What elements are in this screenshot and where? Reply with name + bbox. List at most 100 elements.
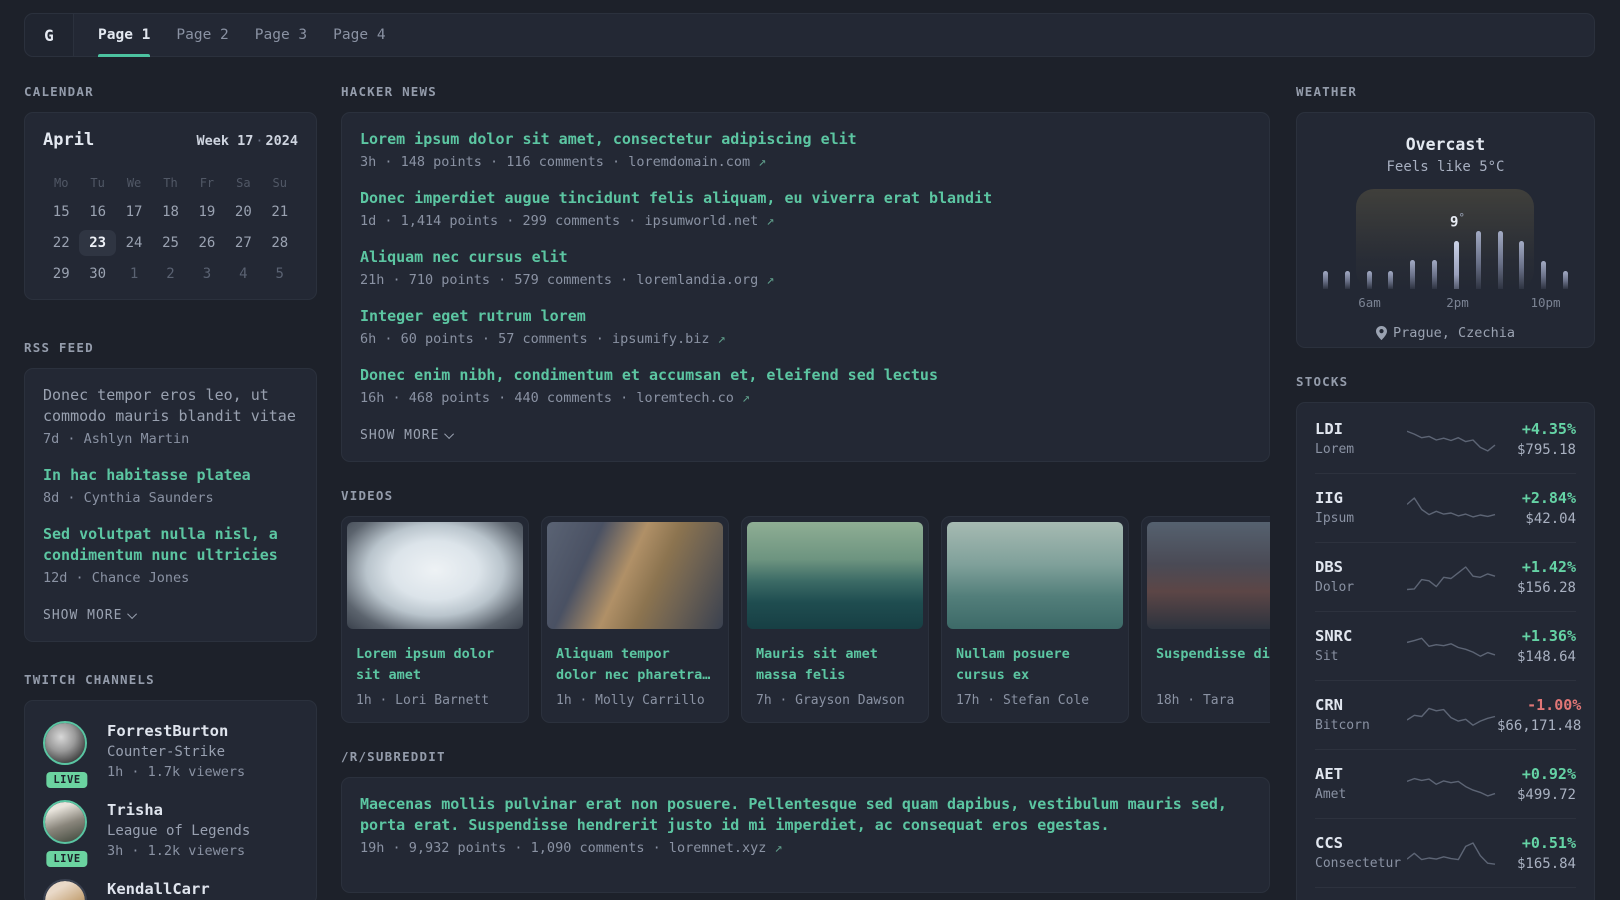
stock-sparkline <box>1407 770 1497 800</box>
video-title[interactable]: Nullam posuere cursus ex <box>956 644 1114 686</box>
weather-hourly-chart: 9° <box>1323 189 1568 289</box>
calendar-day: 18 <box>162 204 179 220</box>
hn-item-title[interactable]: Lorem ipsum dolor sit amet, consectetur … <box>360 129 1251 150</box>
stock-price: $66,171.48 <box>1497 718 1582 734</box>
stock-row[interactable]: CCS Consectetur +0.51% $165.84 <box>1315 819 1576 888</box>
hn-item-title[interactable]: Donec enim nibh, condimentum et accumsan… <box>360 365 1251 386</box>
rss-item-title[interactable]: In hac habitasse platea <box>43 465 298 486</box>
avatar <box>43 800 87 844</box>
weather-bar <box>1432 260 1438 289</box>
video-meta: 7h · Grayson Dawson <box>756 693 905 708</box>
stock-row[interactable]: IIG Ipsum +2.84% $42.04 <box>1315 474 1576 543</box>
tab-page-4[interactable]: Page 4 <box>320 14 398 56</box>
stock-price: $156.28 <box>1516 580 1576 596</box>
video-card[interactable]: Suspendisse diam 18h · Tara <box>1141 516 1270 723</box>
hn-item-meta: 3h · 148 points · 116 comments · loremdo… <box>360 152 1251 172</box>
stocks-widget: LDI Lorem +4.35% $795.18 IIG Ipsum +2.84% $4… <box>1296 402 1595 900</box>
weather-time-label: 2pm <box>1446 295 1469 310</box>
rss-item-title[interactable]: Donec tempor eros leo, ut commodo mauris… <box>43 385 298 427</box>
twitch-channel-row[interactable]: KendallCarr <box>43 879 298 900</box>
weather-bar <box>1475 231 1481 289</box>
channel-name[interactable]: ForrestBurton <box>107 721 245 742</box>
external-link-icon: ↗ <box>758 154 767 170</box>
video-card[interactable]: Mauris sit amet massa felis 7h · Grayson… <box>741 516 929 723</box>
channel-name[interactable]: Trisha <box>107 800 250 821</box>
weather-condition: Overcast <box>1405 135 1486 154</box>
calendar-day: 1 <box>129 266 139 282</box>
hn-item-title[interactable]: Aliquam nec cursus elit <box>360 247 1251 268</box>
stock-change: +0.92% <box>1521 765 1576 783</box>
weather-hourly-bars <box>1323 205 1568 289</box>
video-thumbnail[interactable] <box>947 522 1123 629</box>
reddit-post-title[interactable]: Maecenas mollis pulvinar erat non posuer… <box>360 794 1251 836</box>
channel-name[interactable]: KendallCarr <box>107 879 210 900</box>
calendar-day: 27 <box>234 235 252 251</box>
stock-row[interactable]: LDI Lorem +4.35% $795.18 <box>1315 405 1576 474</box>
hn-meta-text[interactable]: 16h · 468 points · 440 comments · loremt… <box>360 390 734 406</box>
tab-page-1[interactable]: Page 1 <box>85 14 163 57</box>
weather-bar <box>1323 271 1328 289</box>
hn-item-title[interactable]: Donec imperdiet augue tincidunt felis al… <box>360 188 1251 209</box>
video-title[interactable]: Aliquam tempor dolor nec pharetra… <box>556 644 714 686</box>
twitch-channel-row[interactable]: LIVE Trisha League of Legends 3h · 1.2k … <box>43 800 298 867</box>
stock-ticker: LDI <box>1315 420 1343 438</box>
video-title[interactable]: Lorem ipsum dolor sit amet consectetu… <box>356 644 514 686</box>
calendar-weekday: Fr <box>199 176 215 190</box>
video-thumbnail[interactable] <box>547 522 723 629</box>
hn-meta-text[interactable]: 6h · 60 points · 57 comments · ipsumify.… <box>360 331 710 347</box>
app-logo[interactable]: G <box>25 14 74 56</box>
hn-item-title[interactable]: Integer eget rutrum lorem <box>360 306 1251 327</box>
right-column: WEATHER Overcast Feels like 5°C 9° 6am 2p… <box>1296 84 1595 900</box>
stock-row[interactable]: SNRC Sit +1.36% $148.64 <box>1315 612 1576 681</box>
calendar-weekday: Sa <box>236 176 251 190</box>
weather-time-label: 10pm <box>1530 295 1561 310</box>
rss-item-title[interactable]: Sed volutpat nulla nisl, a condimentum n… <box>43 524 298 566</box>
stock-name: Ipsum <box>1315 511 1355 526</box>
reddit-post-meta: 19h · 9,932 points · 1,090 comments · lo… <box>360 838 1251 858</box>
calendar-day: 23 <box>79 230 116 256</box>
hn-show-more-button[interactable]: SHOW MORE <box>360 428 455 443</box>
stock-sparkline <box>1407 632 1497 662</box>
calendar-day: 15 <box>52 204 70 220</box>
reddit-meta-text[interactable]: 19h · 9,932 points · 1,090 comments · lo… <box>360 840 766 856</box>
video-thumbnail[interactable] <box>1147 522 1270 629</box>
stock-row[interactable]: DBS Dolor +1.42% $156.28 <box>1315 543 1576 612</box>
video-title[interactable]: Mauris sit amet massa felis <box>756 644 914 686</box>
video-card[interactable]: Nullam posuere cursus ex 17h · Stefan Co… <box>941 516 1129 723</box>
hn-meta-text[interactable]: 21h · 710 points · 579 comments · loreml… <box>360 272 758 288</box>
video-meta: 1h · Lori Barnett <box>356 693 490 708</box>
dashboard-page: G Page 1 Page 2 Page 3 Page 4 CALENDAR A… <box>0 0 1620 900</box>
stock-row[interactable]: AHS +0.46% <box>1315 888 1576 900</box>
calendar-week-number: Week 17 <box>196 133 254 149</box>
tab-page-2[interactable]: Page 2 <box>163 14 241 56</box>
subreddit-widget: Maecenas mollis pulvinar erat non posuer… <box>341 777 1270 893</box>
stock-row[interactable]: AET Amet +0.92% $499.72 <box>1315 750 1576 819</box>
stock-row[interactable]: CRN Bitcorn -1.00% $66,171.48 <box>1315 681 1581 750</box>
video-card[interactable]: Lorem ipsum dolor sit amet consectetu… 1… <box>341 516 529 723</box>
video-card[interactable]: Aliquam tempor dolor nec pharetra… 1h · … <box>541 516 729 723</box>
calendar-year: 2024 <box>265 133 298 149</box>
video-thumbnail[interactable] <box>347 522 523 629</box>
stock-ticker: CRN <box>1315 696 1343 714</box>
rss-show-more-button[interactable]: SHOW MORE <box>43 608 138 623</box>
live-badge: LIVE <box>46 851 88 867</box>
hn-meta-text[interactable]: 1d · 1,414 points · 299 comments · ipsum… <box>360 213 758 229</box>
hn-meta-text[interactable]: 3h · 148 points · 116 comments · loremdo… <box>360 154 750 170</box>
video-thumbnail[interactable] <box>747 522 923 629</box>
calendar-day: 20 <box>234 204 252 220</box>
location-pin-icon <box>1376 326 1388 340</box>
chevron-down-icon <box>444 429 455 440</box>
tab-page-3[interactable]: Page 3 <box>242 14 320 56</box>
twitch-channel-row[interactable]: LIVE ForrestBurton Counter-Strike 1h · 1… <box>43 721 298 788</box>
stock-name: Amet <box>1315 787 1347 802</box>
current-temperature-label: 9° <box>1450 211 1465 231</box>
video-title[interactable]: Suspendisse diam <box>1156 644 1270 686</box>
external-link-icon: ↗ <box>717 331 726 347</box>
weather-feels-like: Feels like 5°C <box>1386 159 1505 175</box>
channel-category: League of Legends <box>107 823 251 839</box>
calendar-weekday: Tu <box>90 176 105 190</box>
show-more-label: SHOW MORE <box>360 428 440 443</box>
weather-location: Prague, Czechia <box>1321 325 1570 341</box>
calendar-day: 21 <box>271 204 289 220</box>
stock-price: $165.84 <box>1516 856 1576 872</box>
